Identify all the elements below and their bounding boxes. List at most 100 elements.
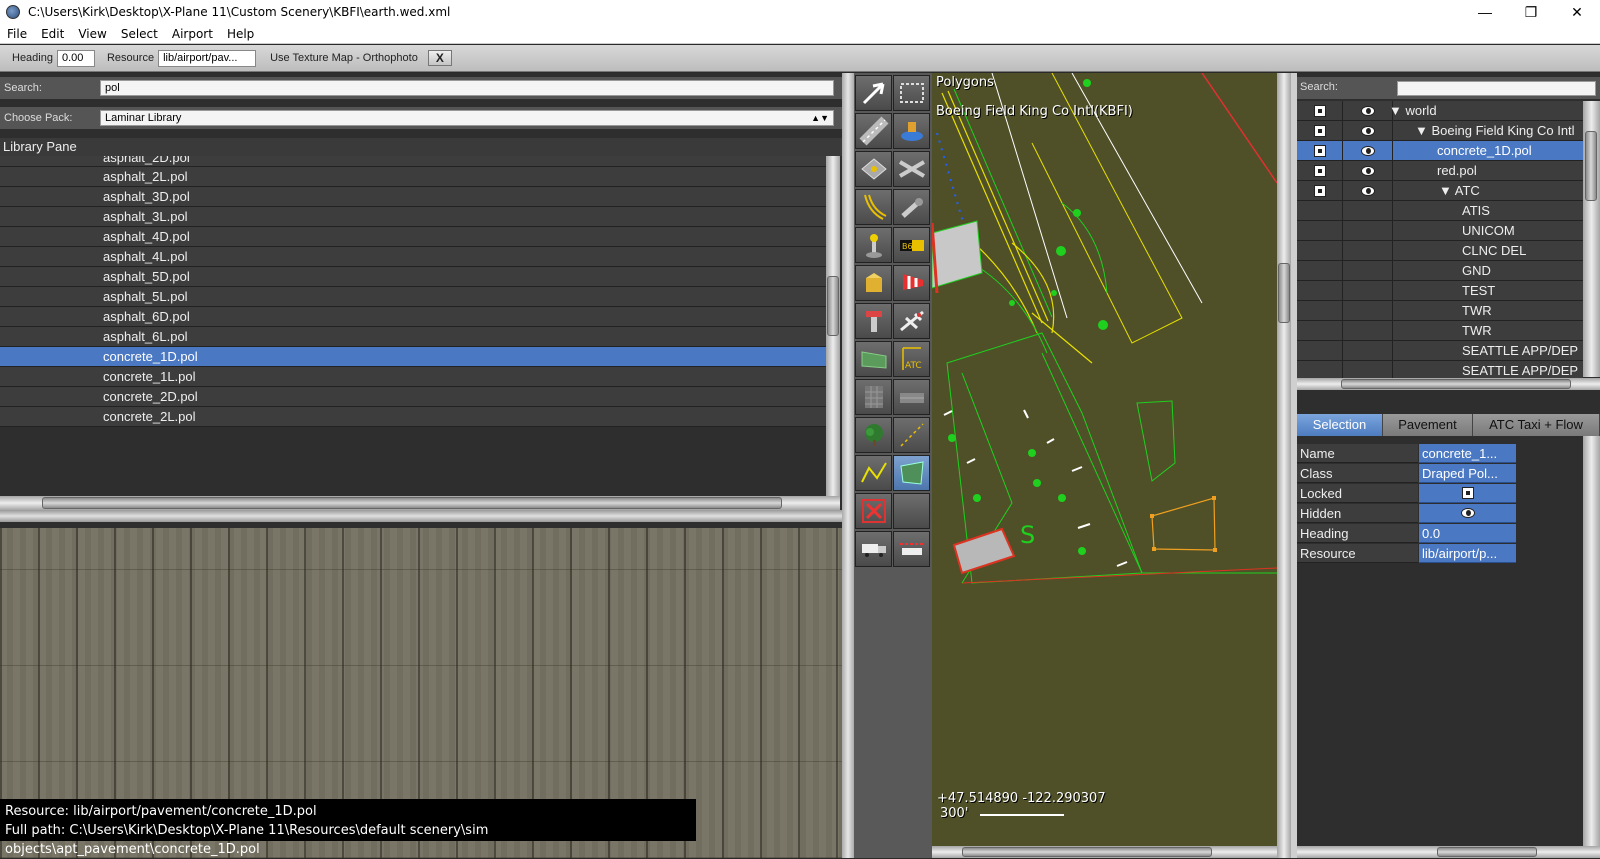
- hierarchy-row[interactable]: GND: [1297, 261, 1583, 281]
- airplane-tool-button[interactable]: [893, 303, 930, 339]
- library-list-item[interactable]: asphalt_3L.pol: [0, 207, 826, 227]
- hierarchy-vscroll-thumb[interactable]: [1585, 131, 1597, 201]
- texture-map-toggle[interactable]: X: [427, 50, 452, 66]
- hierarchy-row[interactable]: CLNC DEL: [1297, 241, 1583, 261]
- hierarchy-horizontal-scrollbar[interactable]: [1297, 378, 1600, 390]
- visibility-toggle[interactable]: [1343, 181, 1393, 200]
- lock-toggle[interactable]: [1297, 341, 1343, 360]
- light-tool-button[interactable]: [855, 227, 892, 263]
- close-button[interactable]: ✕: [1554, 0, 1600, 24]
- library-list-item[interactable]: concrete_1D.pol: [0, 347, 826, 367]
- library-list-item[interactable]: asphalt_3D.pol: [0, 187, 826, 207]
- lock-toggle[interactable]: [1297, 321, 1343, 340]
- visibility-toggle[interactable]: [1343, 201, 1393, 220]
- hierarchy-row[interactable]: ▼ ATC: [1297, 181, 1583, 201]
- lock-toggle[interactable]: [1297, 221, 1343, 240]
- heading-field[interactable]: 0.00: [56, 49, 95, 67]
- inspector-vertical-scrollbar[interactable]: [1583, 436, 1600, 846]
- vertex-tool-button[interactable]: [855, 75, 892, 111]
- property-value-hidden[interactable]: [1419, 504, 1516, 523]
- visibility-toggle[interactable]: [1343, 301, 1393, 320]
- visibility-toggle[interactable]: [1343, 161, 1393, 180]
- library-list-item[interactable]: asphalt_2L.pol: [0, 167, 826, 187]
- map-view[interactable]: S Polygons Boeing Field King Co Intl(KBF…: [932, 73, 1277, 858]
- truck-route-tool-button[interactable]: [855, 531, 892, 567]
- map-vscroll-thumb[interactable]: [1278, 263, 1290, 323]
- map-hscroll-thumb[interactable]: [962, 847, 1212, 857]
- library-list-item[interactable]: concrete_2L.pol: [0, 407, 826, 427]
- property-value-resource[interactable]: lib/airport/p...: [1419, 544, 1516, 563]
- facade-tool-button[interactable]: [855, 341, 892, 377]
- library-list-item[interactable]: asphalt_6D.pol: [0, 307, 826, 327]
- hierarchy-search-input[interactable]: [1397, 81, 1596, 96]
- library-list-item[interactable]: asphalt_2D.pol: [0, 156, 826, 167]
- tab-pavement[interactable]: Pavement: [1383, 414, 1473, 436]
- menu-airport[interactable]: Airport: [165, 27, 220, 41]
- menu-view[interactable]: View: [71, 27, 113, 41]
- lock-toggle[interactable]: [1297, 121, 1343, 140]
- menu-edit[interactable]: Edit: [34, 27, 71, 41]
- hierarchy-row[interactable]: concrete_1D.pol: [1297, 141, 1583, 161]
- menu-file[interactable]: File: [0, 27, 34, 41]
- helipad-tool-button[interactable]: [893, 113, 930, 149]
- pavement-tool-button[interactable]: [855, 151, 892, 187]
- property-value-name[interactable]: concrete_1...: [1419, 444, 1516, 463]
- map-canvas[interactable]: S: [932, 73, 1277, 858]
- building-tool-button[interactable]: [855, 379, 892, 415]
- polygon-tool-button[interactable]: [893, 455, 930, 491]
- choose-pack-select[interactable]: Laminar Library ▲▼: [100, 110, 834, 126]
- hierarchy-row[interactable]: ▼ Boeing Field King Co Intl: [1297, 121, 1583, 141]
- inspector-horizontal-scrollbar[interactable]: [1297, 846, 1600, 858]
- lock-toggle[interactable]: [1297, 201, 1343, 220]
- marquee-tool-button[interactable]: [893, 75, 930, 111]
- boundary-tool-button[interactable]: [893, 189, 930, 225]
- preview-splitter[interactable]: [0, 510, 842, 522]
- lock-toggle[interactable]: [1297, 241, 1343, 260]
- visibility-toggle[interactable]: [1343, 241, 1393, 260]
- property-value-heading[interactable]: 0.0: [1419, 524, 1516, 543]
- resource-field[interactable]: lib/airport/pav...: [158, 49, 257, 67]
- taxiline-tool-button[interactable]: [855, 189, 892, 225]
- library-scroll-thumb[interactable]: [827, 276, 839, 336]
- visibility-toggle[interactable]: [1343, 261, 1393, 280]
- library-vertical-scrollbar[interactable]: [826, 156, 840, 496]
- empty-tool-button[interactable]: [893, 493, 930, 529]
- forest-tool-button[interactable]: [855, 417, 892, 453]
- lock-toggle[interactable]: [1297, 301, 1343, 320]
- hierarchy-row[interactable]: TWR: [1297, 301, 1583, 321]
- hierarchy-row[interactable]: TEST: [1297, 281, 1583, 301]
- hierarchy-row[interactable]: SEATTLE APP/DEP: [1297, 341, 1583, 361]
- hierarchy-row[interactable]: ATIS: [1297, 201, 1583, 221]
- hangar-tool-button[interactable]: [893, 379, 930, 415]
- library-search-input[interactable]: pol: [100, 80, 834, 96]
- visibility-toggle[interactable]: [1343, 141, 1393, 160]
- menu-select[interactable]: Select: [114, 27, 165, 41]
- tab-selection[interactable]: Selection: [1297, 414, 1383, 436]
- panel-splitter[interactable]: [842, 73, 854, 858]
- sign-tool-button[interactable]: B6: [893, 227, 930, 263]
- hierarchy-vertical-scrollbar[interactable]: [1583, 101, 1600, 377]
- library-list-item[interactable]: asphalt_5D.pol: [0, 267, 826, 287]
- hierarchy-row[interactable]: ▼ world: [1297, 101, 1583, 121]
- polyline-tool-button[interactable]: [855, 455, 892, 491]
- menu-help[interactable]: Help: [220, 27, 261, 41]
- lock-toggle[interactable]: [1297, 261, 1343, 280]
- library-list-item[interactable]: concrete_2D.pol: [0, 387, 826, 407]
- library-list-item[interactable]: asphalt_6L.pol: [0, 327, 826, 347]
- truck-parking-tool-button[interactable]: [893, 531, 930, 567]
- visibility-toggle[interactable]: [1343, 221, 1393, 240]
- minimize-button[interactable]: —: [1462, 0, 1508, 24]
- map-horizontal-scrollbar[interactable]: [932, 846, 1277, 858]
- hierarchy-row[interactable]: red.pol: [1297, 161, 1583, 181]
- inspector-hscroll-thumb[interactable]: [1437, 847, 1537, 857]
- lock-toggle[interactable]: [1297, 281, 1343, 300]
- runway-tool-button[interactable]: [855, 113, 892, 149]
- visibility-toggle[interactable]: [1343, 101, 1393, 120]
- library-hscroll-thumb[interactable]: [42, 497, 782, 509]
- library-horizontal-scrollbar[interactable]: [0, 496, 840, 510]
- visibility-toggle[interactable]: [1343, 321, 1393, 340]
- windsock-tool-button[interactable]: [893, 265, 930, 301]
- beacon-tool-button[interactable]: [855, 303, 892, 339]
- restore-button[interactable]: ❐: [1508, 0, 1554, 24]
- lock-toggle[interactable]: [1297, 181, 1343, 200]
